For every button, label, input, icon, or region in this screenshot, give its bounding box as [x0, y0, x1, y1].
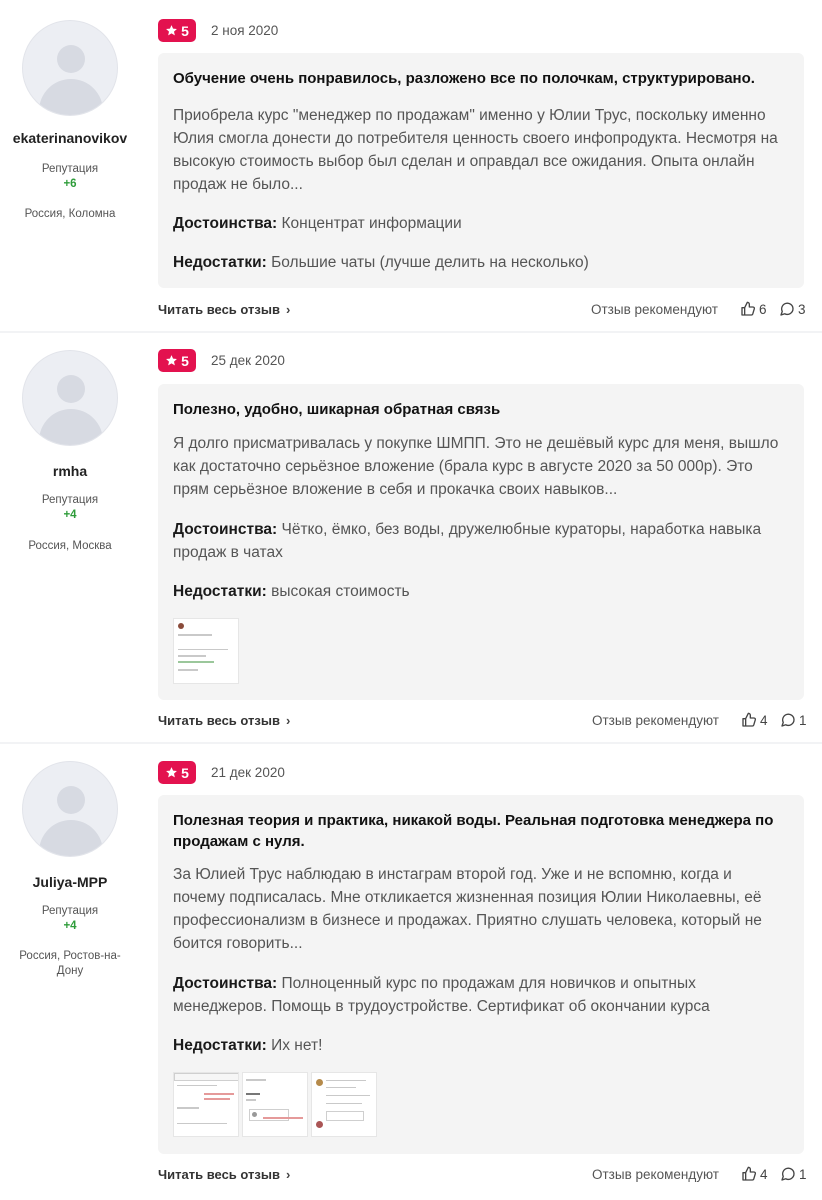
star-icon: [166, 25, 178, 36]
username[interactable]: rmha: [0, 463, 140, 479]
review-photos: [173, 618, 239, 684]
username[interactable]: ekaterinanovikov: [0, 130, 140, 146]
rating-value: 5: [181, 352, 189, 369]
cons-text: Их нет!: [271, 1037, 323, 1054]
review-text: Я долго присматривалась у покупке ШМПП. …: [173, 435, 779, 498]
like-count: 4: [760, 712, 768, 728]
recommend-label: Отзыв рекомендуют: [592, 713, 719, 728]
review-date: 25 дек 2020: [211, 353, 285, 368]
comment-icon: [781, 713, 795, 727]
read-more-link[interactable]: Читать весь отзыв ›: [158, 713, 290, 728]
reputation-value: +4: [63, 509, 77, 521]
review-pros: Достоинства: Полноценный курс по продажа…: [173, 972, 764, 1018]
comment-counter[interactable]: 1: [780, 1166, 807, 1182]
review-text: За Юлией Трус наблюдаю в инстаграм второ…: [173, 866, 762, 952]
review-photo-thumbnail[interactable]: [173, 1072, 239, 1137]
review-cons: Недостатки: высокая стоимость: [173, 580, 764, 603]
comment-icon: [780, 302, 794, 316]
chevron-right-icon: ›: [285, 713, 291, 728]
review-item: ekaterinanovikov Репутация +6 Россия, Ко…: [0, 0, 822, 331]
user-location: Россия, Ростов-на-Дону: [19, 950, 121, 977]
review-pros: Достоинства: Чётко, ёмко, без воды, друж…: [173, 518, 764, 564]
recommend-label: Отзыв рекомендуют: [591, 302, 718, 317]
cons-label: Недостатки:: [173, 583, 267, 600]
star-icon: [166, 355, 178, 366]
review-title[interactable]: Полезно, удобно, шикарная обратная связь: [173, 399, 784, 420]
chevron-right-icon: ›: [285, 302, 291, 317]
pros-label: Достоинства:: [173, 215, 278, 232]
rating-badge: 5: [158, 349, 196, 372]
review-photos: [173, 1072, 377, 1137]
comment-count: 1: [799, 712, 807, 728]
reputation-label: Репутация: [41, 163, 99, 175]
rating-value: 5: [181, 764, 189, 781]
avatar[interactable]: [22, 761, 118, 857]
reputation-value: +4: [63, 920, 77, 932]
review-title[interactable]: Полезная теория и практика, никакой воды…: [173, 810, 784, 852]
review-cons: Недостатки: Их нет!: [173, 1034, 764, 1057]
cons-label: Недостатки:: [173, 1037, 267, 1054]
review-date: 2 ноя 2020: [211, 23, 279, 38]
read-more-link[interactable]: Читать весь отзыв ›: [158, 1167, 290, 1182]
pros-text: Концентрат информации: [281, 215, 462, 232]
cons-text: Большие чаты (лучше делить на несколько): [271, 254, 589, 271]
thumbs-up-icon: [742, 712, 757, 727]
review-item: rmha Репутация +4 Россия, Москва 5 25 де…: [0, 333, 822, 742]
like-count: 4: [760, 1166, 768, 1182]
review-card[interactable]: Полезно, удобно, шикарная обратная связь…: [158, 384, 804, 700]
chevron-right-icon: ›: [285, 1167, 291, 1182]
star-icon: [166, 767, 178, 778]
username[interactable]: Juliya-MPP: [0, 874, 140, 890]
like-counter[interactable]: 6: [740, 301, 767, 317]
read-more-label: Читать весь отзыв: [158, 1167, 280, 1182]
rating-badge: 5: [158, 761, 196, 784]
review-text: Приобрела курс "менеджер по продажам" им…: [173, 107, 778, 193]
reputation-label: Репутация: [41, 494, 99, 506]
user-location: Россия, Коломна: [24, 208, 116, 220]
pros-label: Достоинства:: [173, 975, 278, 992]
comment-counter[interactable]: 1: [780, 712, 807, 728]
user-location: Россия, Москва: [28, 540, 112, 552]
like-counter[interactable]: 4: [741, 1166, 768, 1182]
pros-label: Достоинства:: [173, 521, 278, 538]
review-item: Juliya-MPP Репутация +4 Россия, Ростов-н…: [0, 744, 822, 1200]
recommend-label: Отзыв рекомендуют: [592, 1167, 719, 1182]
thumbs-up-icon: [742, 1166, 757, 1181]
review-photo-thumbnail[interactable]: [311, 1072, 377, 1137]
thumbs-up-icon: [741, 301, 756, 316]
review-photo-thumbnail[interactable]: [242, 1072, 308, 1137]
reputation-label: Репутация: [41, 905, 99, 917]
rating-value: 5: [181, 22, 189, 39]
read-more-label: Читать весь отзыв: [158, 302, 280, 317]
review-card[interactable]: Полезная теория и практика, никакой воды…: [158, 795, 804, 1154]
comment-count: 1: [799, 1166, 807, 1182]
like-counter[interactable]: 4: [741, 712, 768, 728]
review-cons: Недостатки: Большие чаты (лучше делить н…: [173, 251, 764, 274]
like-count: 6: [759, 301, 767, 317]
review-card[interactable]: Обучение очень понравилось, разложено вс…: [158, 53, 804, 288]
review-title[interactable]: Обучение очень понравилось, разложено вс…: [173, 68, 784, 89]
read-more-link[interactable]: Читать весь отзыв ›: [158, 302, 290, 317]
avatar[interactable]: [22, 350, 118, 446]
read-more-label: Читать весь отзыв: [158, 713, 280, 728]
review-date: 21 дек 2020: [211, 765, 285, 780]
avatar[interactable]: [22, 20, 118, 116]
cons-label: Недостатки:: [173, 254, 267, 271]
comment-counter[interactable]: 3: [779, 301, 806, 317]
reputation-value: +6: [63, 178, 77, 190]
rating-badge: 5: [158, 19, 196, 42]
review-pros: Достоинства: Концентрат информации: [173, 212, 764, 235]
review-photo-thumbnail[interactable]: [173, 618, 239, 684]
comment-count: 3: [798, 301, 806, 317]
cons-text: высокая стоимость: [271, 583, 410, 600]
comment-icon: [781, 1167, 795, 1181]
